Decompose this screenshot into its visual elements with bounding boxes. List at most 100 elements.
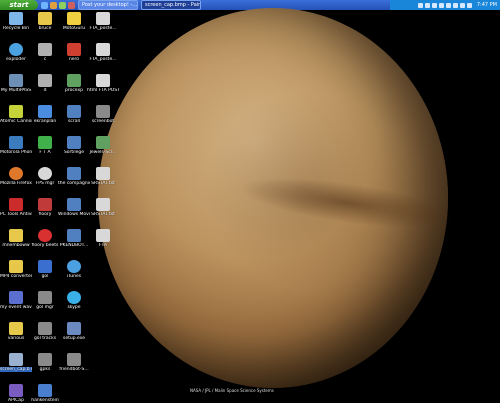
desktop-icon[interactable]: floory <box>29 198 61 217</box>
tray-icon[interactable] <box>466 2 472 8</box>
desktop-icon[interactable]: d <box>29 74 61 93</box>
app-icon <box>67 229 81 242</box>
tray-icon[interactable] <box>417 2 423 8</box>
shield-icon <box>9 198 23 211</box>
desktop-icon[interactable]: scrall <box>58 105 90 124</box>
desktop-icon[interactable]: screen_cap.b mp <box>0 353 32 372</box>
desktop-icon[interactable]: PKENDBOT... <box>58 229 90 248</box>
desktop-icon[interactable]: FPS mgr <box>29 167 61 186</box>
text-file-icon <box>96 167 110 180</box>
desktop-icon[interactable]: nero <box>58 43 90 62</box>
desktop-icon[interactable]: PC Tools Antivirus <box>0 198 32 217</box>
desktop-icon[interactable]: friendbot-S... <box>58 353 90 372</box>
desktop-icon[interactable]: Jewels-Scr... <box>87 136 119 155</box>
desktop-icon[interactable]: iTunes <box>58 260 90 279</box>
desktop-icon-label: bruce <box>38 26 52 31</box>
valles-marineris <box>236 167 460 239</box>
desktop-icon-label: MotoGuru <box>62 26 86 31</box>
desktop-icon[interactable]: c <box>29 43 61 62</box>
desktop-icon[interactable]: Sortilege <box>58 136 90 155</box>
taskbar-task-paint[interactable]: screen_cap.bmp - Paint <box>141 0 201 10</box>
desktop-icon-label: screen_cap.b mp <box>0 367 32 372</box>
desktop-icon[interactable]: FTA_poste... <box>87 12 119 31</box>
desktop-icon-label: Motorola Phone Tools <box>0 150 32 155</box>
desktop-icon-label: procexp <box>64 88 84 93</box>
desktop-icon-label: Atomic Cannon <box>0 119 32 124</box>
desktop-icon[interactable]: F T A <box>29 136 61 155</box>
desktop-icon[interactable]: My MultiPASS <box>0 74 32 93</box>
desktop-icon[interactable]: Atomic Cannon <box>0 105 32 124</box>
quick-launch-icon[interactable] <box>41 1 48 9</box>
desktop-icon-label: gol mgr <box>36 305 54 310</box>
desktop-icon-label: FTA <box>99 243 107 248</box>
desktop-icon[interactable]: various <box>0 322 32 341</box>
hazard-icon <box>9 105 23 118</box>
desktop-icon[interactable]: skype <box>58 291 90 310</box>
desktop-icon-label: screenbot <box>91 119 115 124</box>
quick-launch-icon[interactable] <box>50 1 57 9</box>
desktop-icon[interactable]: gol <box>29 260 61 279</box>
app-icon <box>96 136 110 149</box>
desktop-icon-label: F T A <box>39 150 51 155</box>
desktop-icon[interactable]: mnemboww <box>0 229 32 248</box>
desktop-icon[interactable]: bruce <box>29 12 61 31</box>
clock[interactable]: 7:47 PM <box>477 2 497 8</box>
desktop-icon[interactable]: gpks <box>29 353 61 372</box>
desktop-icon[interactable]: setup.exe <box>58 322 90 341</box>
desktop-icon-label: FTA_poste... <box>89 26 117 31</box>
desktop-icon[interactable]: exploder <box>0 43 32 62</box>
desktop-icon[interactable]: gol mgr <box>29 291 61 310</box>
tray-icon[interactable] <box>431 2 437 8</box>
desktop-icon-label: ekranplan <box>33 119 57 124</box>
quick-launch-icon[interactable] <box>68 1 75 9</box>
wallpaper-credit: NASA / JPL / Malin Space Science Systems <box>190 388 274 393</box>
desktop-icon[interactable]: FTA <box>87 229 119 248</box>
desktop-icon-label: MP4 converter <box>0 274 32 279</box>
desktop-icon[interactable]: MotoGuru <box>58 12 90 31</box>
desktop-icon-label: Mozilla Firefox <box>0 181 32 186</box>
star-icon <box>67 12 81 25</box>
app-icon <box>38 198 52 211</box>
tray-icon[interactable] <box>424 2 430 8</box>
desktop-icon-label: gol <box>41 274 49 279</box>
desktop-icon[interactable]: my event wave <box>0 291 32 310</box>
folder-icon <box>9 322 23 335</box>
app-icon <box>9 384 23 397</box>
desktop-icon[interactable]: Windows Movie Maker <box>58 198 90 217</box>
tray-icon[interactable] <box>438 2 444 8</box>
quick-launch-icon[interactable] <box>59 1 66 9</box>
skype-icon <box>67 291 81 304</box>
desktop-icon-label: PKENDBOT... <box>59 243 89 248</box>
desktop-icon[interactable]: html FTA POSTER.txt <box>87 74 119 93</box>
phone-tools-icon <box>9 136 23 149</box>
desktop-icon[interactable]: ekranplan <box>29 105 61 124</box>
desktop-icon[interactable]: hankenstein <box>29 384 61 403</box>
desktop-icon-label: hankenstein <box>31 398 59 403</box>
app-icon <box>67 136 81 149</box>
desktop-icon[interactable]: Recycle Bin <box>0 12 32 31</box>
desktop-icon[interactable]: Mozilla Firefox <box>0 167 32 186</box>
recycle-bin-icon <box>9 12 23 25</box>
desktop-icon-label: the compagnie <box>58 181 90 186</box>
desktop-icon[interactable]: APICap <box>0 384 32 403</box>
desktop-icon[interactable]: MP4 converter <box>0 260 32 279</box>
desktop-icon[interactable]: gol tracks <box>29 322 61 341</box>
desktop-icon[interactable]: Motorola Phone Tools <box>0 136 32 155</box>
desktop-icon[interactable]: FTA_poste... <box>87 43 119 62</box>
tray-icon[interactable] <box>452 2 458 8</box>
taskbar-task-forum[interactable]: Post your desktop! -... <box>78 0 138 10</box>
desktop-icon[interactable]: procexp <box>58 74 90 93</box>
desktop-icon-label: FTA_poste... <box>89 57 117 62</box>
desktop-icon[interactable]: the compagnie <box>58 167 90 186</box>
desktop-icon[interactable]: screenbot <box>87 105 119 124</box>
desktop-icon-label: Windows Movie Maker <box>58 212 90 217</box>
tray-icon[interactable] <box>445 2 451 8</box>
desktop-icon[interactable]: SRSTAT.txt <box>87 167 119 186</box>
desktop-icon-label: iTunes <box>66 274 82 279</box>
desktop-icon-label: SRSTAT.txt <box>91 181 115 186</box>
desktop-icon[interactable]: floory beets <box>29 229 61 248</box>
desktop-icon[interactable]: SRSTAT.txt <box>87 198 119 217</box>
desktop-icon-label: html FTA POSTER.txt <box>87 88 119 93</box>
start-button[interactable]: start <box>0 0 38 10</box>
tray-icon[interactable] <box>459 2 465 8</box>
